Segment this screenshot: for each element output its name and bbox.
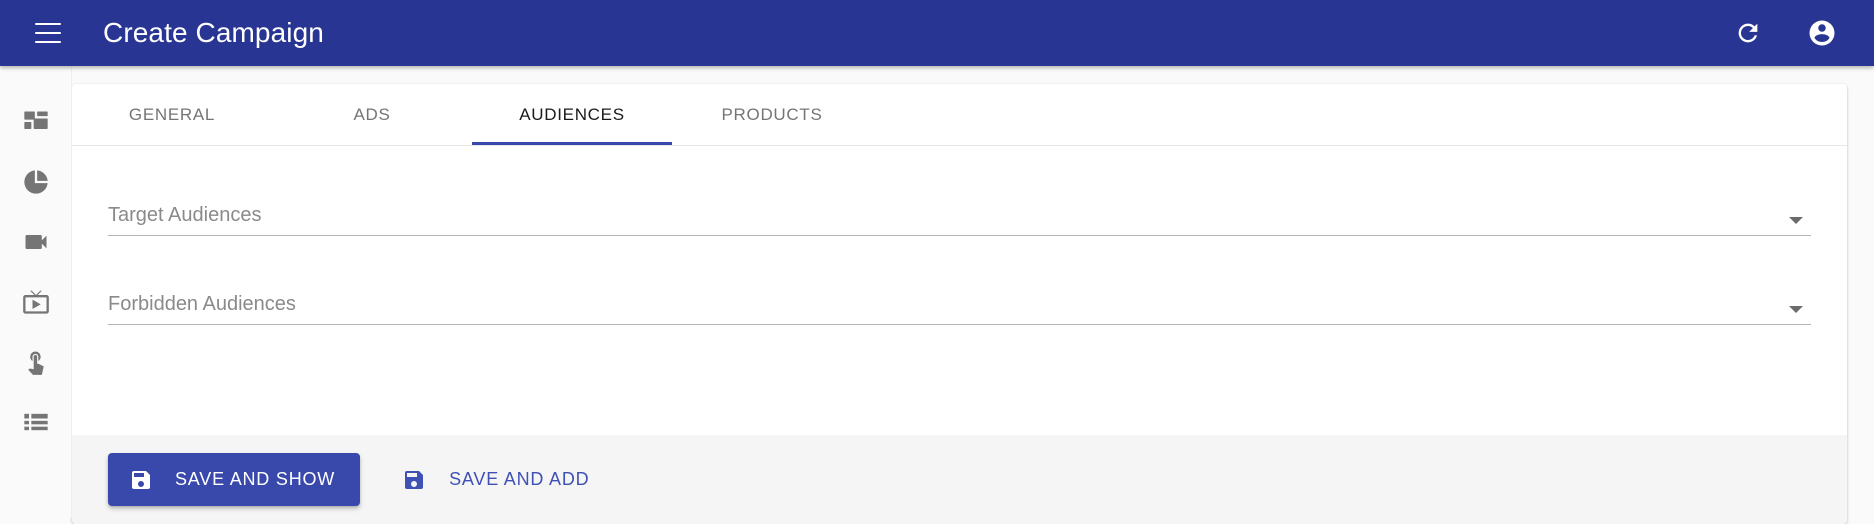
tab-label: Audiences — [519, 104, 625, 124]
list-icon — [22, 408, 50, 436]
refresh-icon[interactable] — [1724, 9, 1772, 57]
hamburger-menu-icon[interactable] — [24, 9, 72, 57]
page-content: General Ads Audiences Products Target Au… — [72, 66, 1874, 524]
sidebar-item-dashboard[interactable] — [0, 92, 72, 152]
dashboard-icon — [22, 108, 50, 136]
form-body: Target Audiences Forbidden Audiences — [72, 146, 1847, 435]
touch-app-icon — [22, 348, 50, 376]
videocam-icon — [22, 228, 50, 256]
dropdown-arrow-icon[interactable] — [1789, 217, 1803, 224]
sidebar-item-live-tv[interactable] — [0, 272, 72, 332]
campaign-form-card: General Ads Audiences Products Target Au… — [72, 84, 1847, 524]
target-audiences-label: Target Audiences — [108, 204, 262, 226]
sidebar-item-reports[interactable] — [0, 152, 72, 212]
forbidden-audiences-select[interactable]: Forbidden Audiences — [108, 279, 1811, 325]
tab-audiences[interactable]: Audiences — [472, 84, 672, 145]
pie-chart-icon — [22, 168, 50, 196]
account-circle-icon[interactable] — [1798, 9, 1846, 57]
tab-label: Products — [721, 104, 823, 124]
tab-ads[interactable]: Ads — [272, 84, 472, 145]
save-and-show-label: Save and show — [175, 469, 336, 489]
forbidden-audiences-label: Forbidden Audiences — [108, 293, 296, 315]
hamburger-bar — [35, 41, 61, 43]
tab-general[interactable]: General — [72, 84, 272, 145]
sidebar — [0, 66, 72, 518]
page-title: Create Campaign — [103, 17, 324, 48]
app-bar: Create Campaign — [0, 0, 1874, 66]
save-and-add-button[interactable]: Save and add — [382, 453, 609, 506]
tab-label: Ads — [353, 104, 391, 124]
save-icon — [402, 468, 449, 492]
hamburger-bar — [35, 23, 61, 25]
hamburger-bar — [35, 32, 61, 34]
card-actions: Save and show Save and add — [72, 435, 1847, 524]
tab-label: General — [128, 104, 216, 124]
dropdown-arrow-icon[interactable] — [1789, 306, 1803, 313]
target-audiences-select[interactable]: Target Audiences — [108, 190, 1811, 236]
sidebar-item-interactions[interactable] — [0, 332, 72, 392]
live-tv-icon — [22, 288, 50, 316]
save-and-add-label: Save and add — [449, 469, 590, 489]
sidebar-item-list[interactable] — [0, 392, 72, 452]
sidebar-item-videos[interactable] — [0, 212, 72, 272]
tab-products[interactable]: Products — [672, 84, 872, 145]
tab-bar: General Ads Audiences Products — [72, 84, 1847, 146]
save-and-show-button[interactable]: Save and show — [108, 453, 361, 506]
save-icon — [129, 468, 175, 492]
